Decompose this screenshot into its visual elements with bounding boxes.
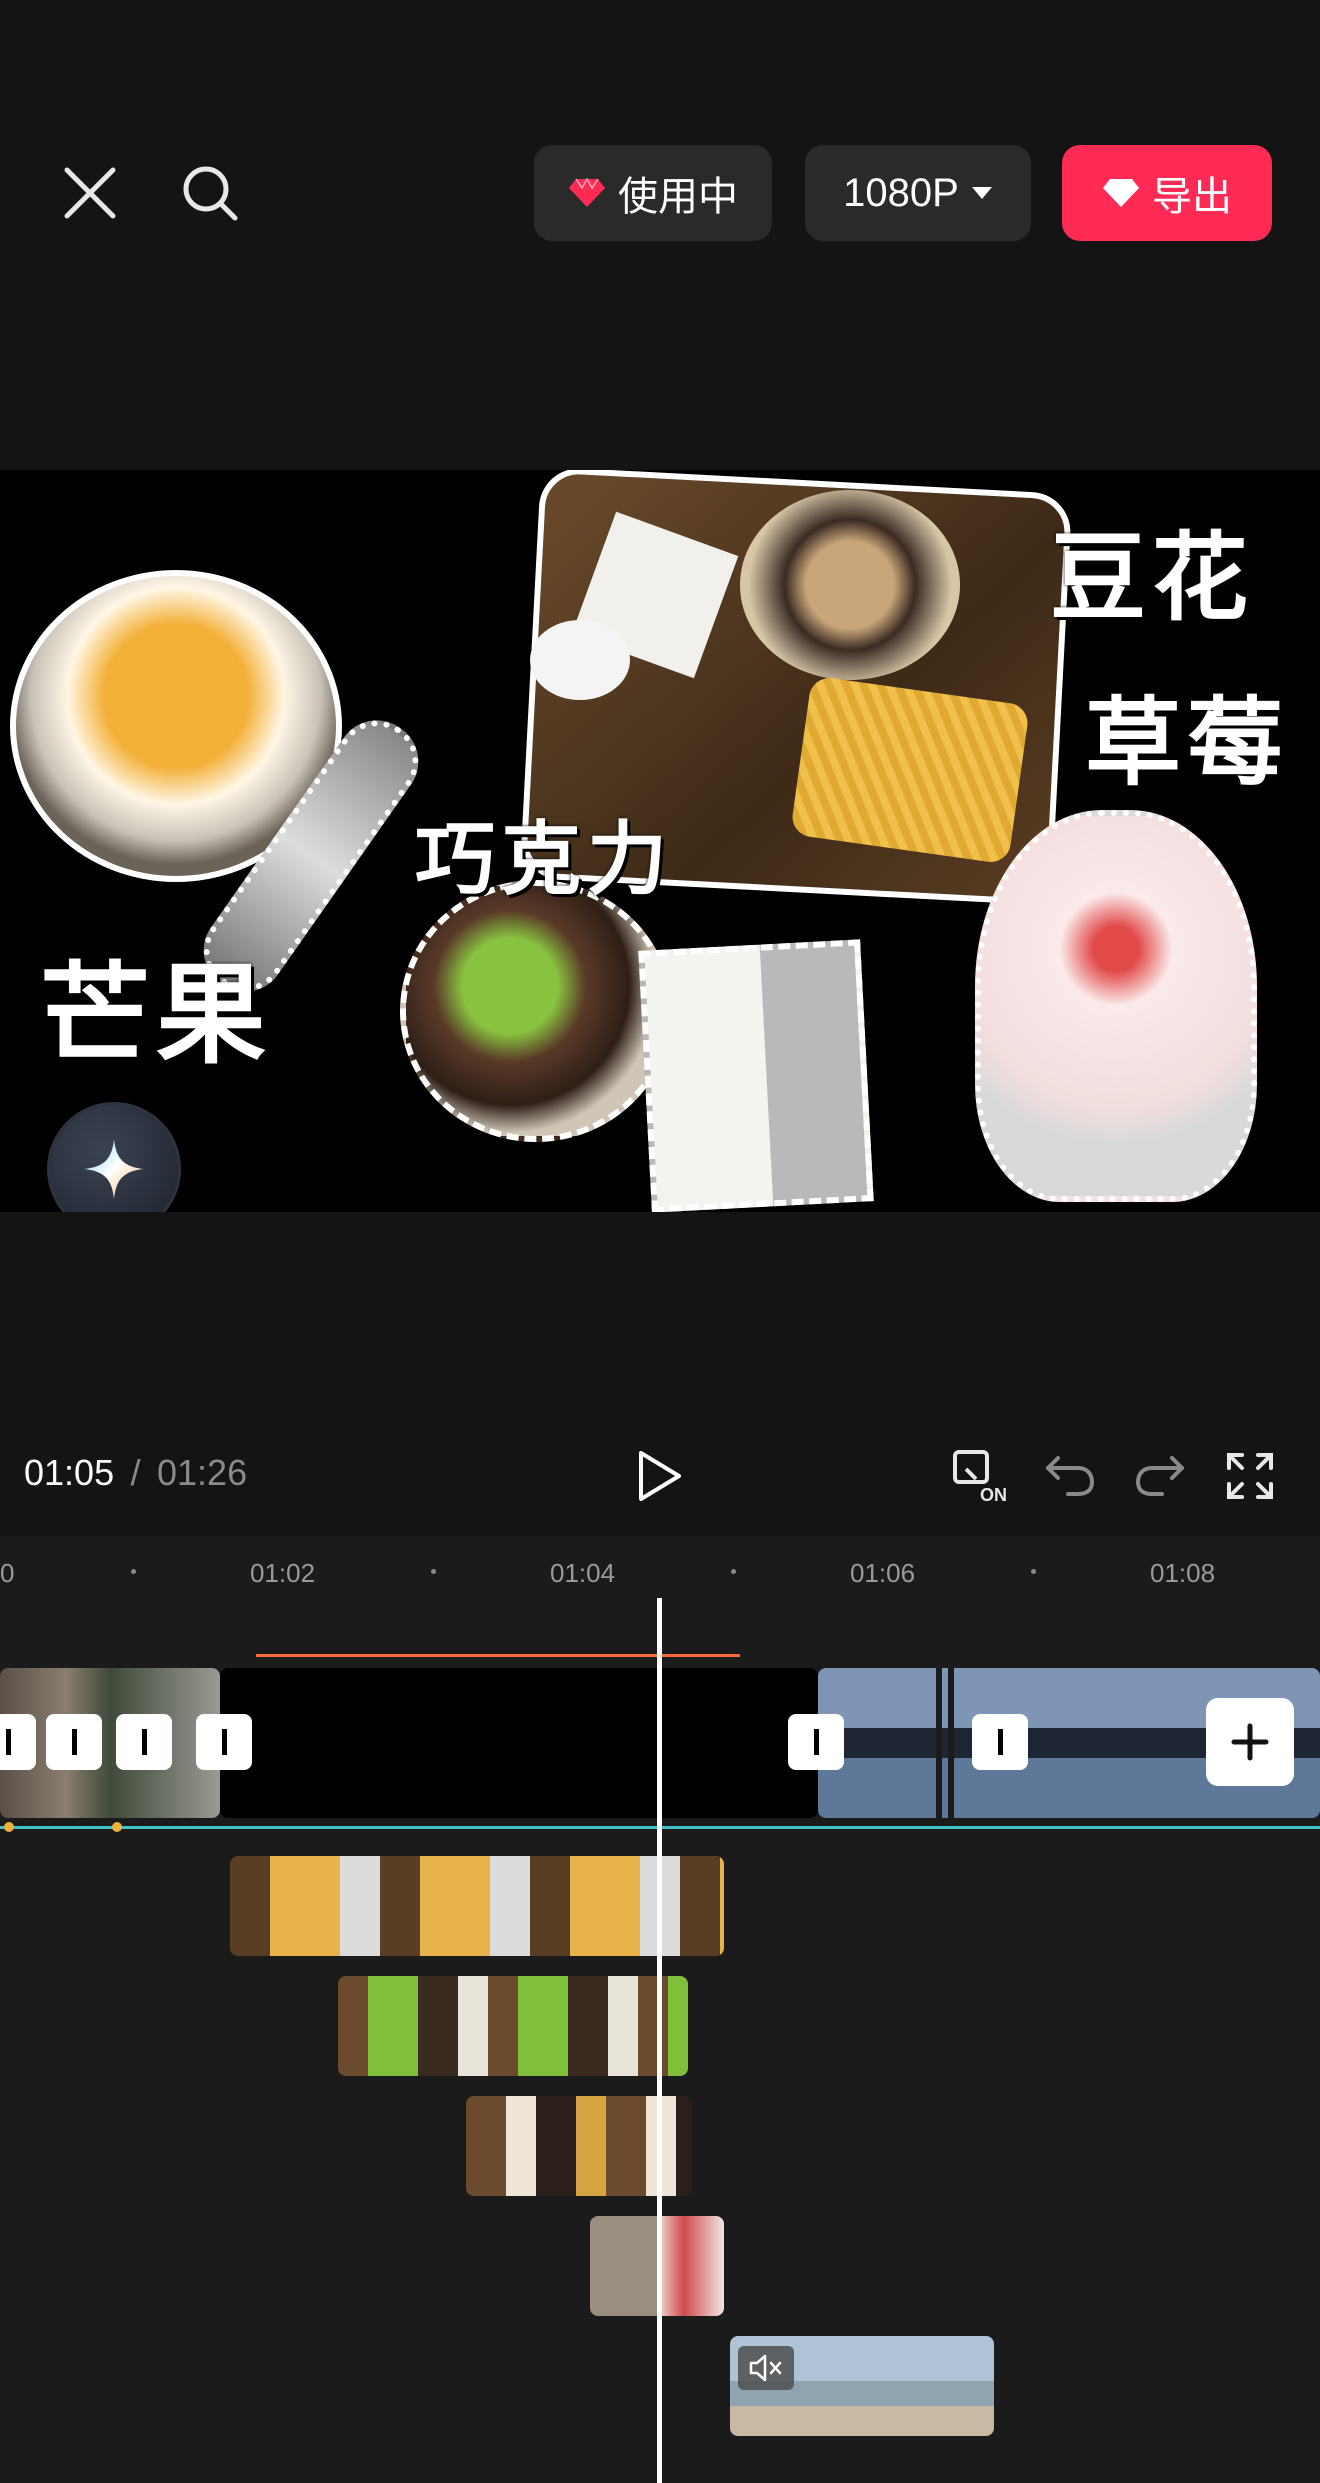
- card-and-spoons-image: [638, 939, 874, 1212]
- diamond-icon: [569, 177, 605, 207]
- undo-button[interactable]: [1030, 1436, 1110, 1516]
- caption-strawberry: 草莓: [1085, 687, 1289, 799]
- export-button[interactable]: 导出: [1062, 145, 1272, 241]
- tofu-pudding-bowl-image: [740, 490, 960, 680]
- audio-marker: [4, 1822, 14, 1832]
- chocolate-bowl-image: [400, 880, 672, 1142]
- play-icon: [639, 1451, 681, 1501]
- mute-icon: [749, 2354, 782, 2382]
- total-time: 01:26: [157, 1452, 248, 1493]
- transition-button[interactable]: [116, 1714, 172, 1770]
- overlay-clip-beach[interactable]: [730, 2336, 994, 2436]
- resolution-label: 1080P: [843, 170, 959, 215]
- undo-icon: [1046, 1456, 1095, 1496]
- svg-text:ON: ON: [980, 1485, 1007, 1503]
- close-icon: [64, 167, 116, 219]
- transition-button[interactable]: [46, 1714, 102, 1770]
- sparkle-icon: [84, 1139, 144, 1199]
- ruler-label: 0: [0, 1558, 15, 1588]
- plus-icon: [1231, 1723, 1269, 1761]
- strawberry-ice-image: [975, 810, 1257, 1202]
- close-button[interactable]: [50, 153, 130, 233]
- mute-toggle[interactable]: [738, 2346, 794, 2390]
- selection-range-marker: [256, 1654, 740, 1657]
- redo-icon: [1135, 1456, 1184, 1496]
- fullscreen-icon: [1227, 1453, 1273, 1499]
- keyframe-on-icon: ON: [953, 1450, 1007, 1503]
- search-button[interactable]: [170, 153, 250, 233]
- milk-jug-image: [530, 620, 630, 700]
- fullscreen-button[interactable]: [1210, 1436, 1290, 1516]
- playhead[interactable]: [657, 1598, 662, 2483]
- caption-tofu-pudding: 豆花: [1050, 522, 1254, 634]
- time-display: 01:05 / 01:26: [24, 1452, 247, 1494]
- transition-button[interactable]: [972, 1714, 1028, 1770]
- top-bar: 使用中 1080P 导出: [0, 0, 1320, 470]
- ruler-label: 01:08: [1150, 1558, 1216, 1588]
- export-label: 导出: [1152, 175, 1232, 219]
- fries-image: [789, 675, 1031, 865]
- caption-chocolate: 巧克力: [415, 813, 673, 906]
- caret-down-icon: [971, 187, 992, 199]
- play-button[interactable]: [620, 1436, 700, 1516]
- ai-magic-button[interactable]: [50, 1105, 178, 1212]
- ruler-label: 01:06: [850, 1558, 916, 1588]
- ruler-label: 01:04: [550, 1558, 616, 1588]
- transition-button[interactable]: [0, 1714, 36, 1770]
- timeline[interactable]: 0 01:02 01:04 01:06 01:08: [0, 1536, 1320, 2483]
- video-preview[interactable]: 芒果 巧克力 豆花 草莓: [0, 470, 1320, 1212]
- diamond-icon: [1103, 179, 1139, 207]
- current-time: 01:05: [24, 1452, 115, 1493]
- caption-mango: 芒果: [40, 951, 272, 1079]
- pro-status-button[interactable]: 使用中: [534, 145, 772, 241]
- add-clip-button[interactable]: [1206, 1698, 1294, 1786]
- ruler-label: 01:02: [250, 1558, 316, 1588]
- redo-button[interactable]: [1120, 1436, 1200, 1516]
- transition-button[interactable]: [196, 1714, 252, 1770]
- main-track-clip[interactable]: [220, 1668, 818, 1818]
- search-icon: [183, 166, 238, 221]
- time-separator: /: [130, 1452, 141, 1493]
- transition-button[interactable]: [788, 1714, 844, 1770]
- pro-status-label: 使用中: [618, 175, 738, 219]
- audio-marker: [112, 1822, 122, 1832]
- overlay-clip-chocolate[interactable]: [338, 1976, 688, 2076]
- resolution-dropdown[interactable]: 1080P: [805, 145, 1031, 241]
- overlay-clip-mango[interactable]: [230, 1856, 724, 1956]
- keyframe-on-button[interactable]: ON: [942, 1436, 1022, 1516]
